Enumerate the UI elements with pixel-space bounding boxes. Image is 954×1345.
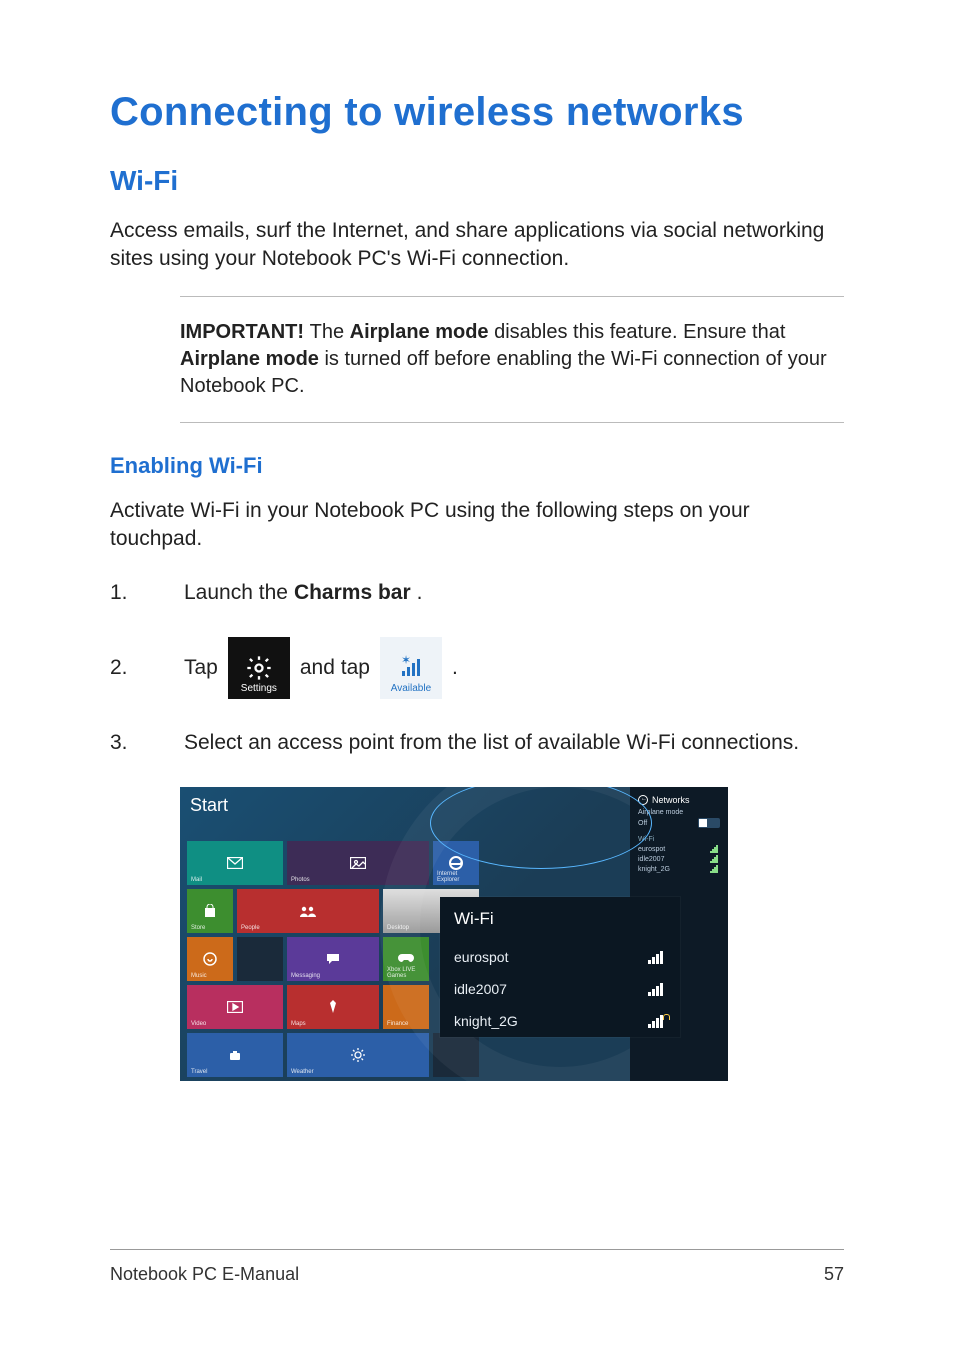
step-1-post: . (417, 579, 423, 607)
step-2-mid: and tap (300, 654, 370, 682)
start-tile[interactable]: Internet Explorer (433, 841, 479, 885)
page-footer: Notebook PC E-Manual 57 (110, 1249, 844, 1285)
footer-left: Notebook PC E-Manual (110, 1264, 299, 1285)
start-tile[interactable]: Photos (287, 841, 429, 885)
network-item[interactable]: knight_2G (440, 1005, 680, 1037)
network-item[interactable]: eurospot (440, 941, 680, 973)
start-label: Start (190, 795, 228, 816)
signal-icon (648, 950, 666, 964)
start-tile[interactable]: Store (187, 889, 233, 933)
start-tile[interactable]: Video (187, 985, 283, 1029)
network-item-small[interactable]: knight_2G (638, 865, 720, 873)
start-tile[interactable] (237, 937, 283, 981)
step-3-text: Select an access point from the list of … (184, 729, 799, 757)
signal-icon (648, 982, 666, 996)
settings-charm-icon[interactable]: Settings (228, 637, 290, 699)
network-item[interactable]: idle2007 (440, 973, 680, 1005)
step-1-pre: Launch the (184, 579, 288, 607)
step-1: 1. Launch the Charms bar. (110, 575, 844, 611)
network-item-small[interactable]: idle2007 (638, 855, 720, 863)
start-tile[interactable]: Finance (383, 985, 429, 1029)
important-text-2: disables this feature. Ensure that (489, 321, 786, 343)
subsection-enable-wifi: Enabling Wi-Fi (110, 453, 844, 479)
step-3-num: 3. (110, 731, 144, 755)
important-term-2: Airplane mode (180, 348, 319, 370)
signal-icon (648, 1014, 666, 1028)
start-tile[interactable]: Weather (287, 1033, 429, 1077)
section-wifi-heading: Wi-Fi (110, 165, 844, 197)
available-network-icon[interactable]: ✶ Available (380, 637, 442, 699)
start-tile[interactable]: Travel (187, 1033, 283, 1077)
steps-list: 1. Launch the Charms bar. 2. Tap Setting… (110, 575, 844, 761)
step-2-num: 2. (110, 656, 144, 680)
step-3: 3. Select an access point from the list … (110, 725, 844, 761)
start-tile[interactable]: Mail (187, 841, 283, 885)
tile-grid: MailPhotosInternet ExplorerStorePeopleDe… (187, 841, 479, 1081)
important-text-1: The (310, 321, 350, 343)
available-network-label: Available (391, 682, 431, 696)
important-term-1: Airplane mode (350, 321, 489, 343)
step-1-num: 1. (110, 581, 144, 605)
svg-text:✶: ✶ (401, 655, 411, 667)
wifi-callout-header: Wi-Fi (440, 897, 680, 941)
start-tile[interactable]: People (237, 889, 379, 933)
important-note: IMPORTANT! The Airplane mode disables th… (180, 296, 844, 423)
step-2-pre: Tap (184, 654, 218, 682)
enable-intro: Activate Wi-Fi in your Notebook PC using… (110, 497, 844, 554)
settings-charm-label: Settings (241, 682, 277, 696)
step-1-bold: Charms bar (294, 579, 411, 607)
important-label: IMPORTANT! (180, 321, 310, 343)
wifi-screenshot: Start MailPhotosInternet Explorer StorePe… (180, 787, 728, 1081)
networks-panel-title: ← Networks (638, 795, 720, 805)
start-tile[interactable]: Messaging (287, 937, 379, 981)
network-item-small[interactable]: eurospot (638, 845, 720, 853)
wifi-small-header: Wi-Fi (638, 836, 720, 843)
start-tile[interactable]: Xbox LIVE Games (383, 937, 429, 981)
step-2: 2. Tap Settings and tap (110, 637, 844, 699)
start-tile[interactable]: Maps (287, 985, 379, 1029)
footer-page-number: 57 (824, 1264, 844, 1285)
page-title: Connecting to wireless networks (110, 90, 844, 135)
wifi-callout: Wi-Fi eurospotidle2007knight_2G (440, 897, 680, 1037)
airplane-mode-state: Off (638, 820, 647, 827)
step-2-post: . (452, 654, 458, 682)
start-tile[interactable]: Music (187, 937, 233, 981)
airplane-mode-toggle[interactable] (698, 818, 720, 828)
start-tile[interactable] (433, 1033, 479, 1077)
airplane-mode-row[interactable]: Airplane mode (638, 809, 720, 816)
intro-paragraph: Access emails, surf the Internet, and sh… (110, 217, 844, 274)
